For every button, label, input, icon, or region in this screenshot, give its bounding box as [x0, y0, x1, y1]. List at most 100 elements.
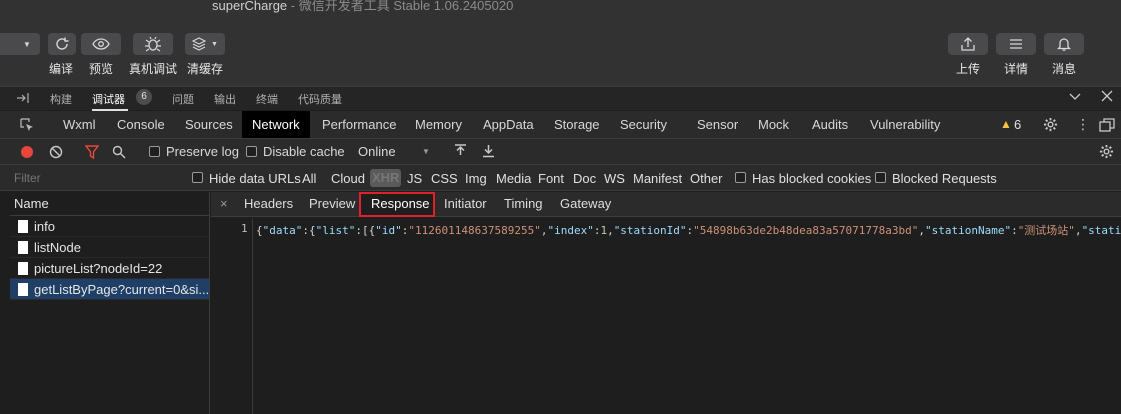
- request-row[interactable]: info: [10, 216, 209, 237]
- tab-console[interactable]: Console: [107, 111, 175, 138]
- warning-icon: ▲: [1000, 117, 1012, 131]
- record-icon[interactable]: [21, 146, 33, 158]
- app-name: superCharge: [212, 0, 288, 13]
- request-detail-tabs: × Headers Preview Response Initiator Tim…: [211, 192, 1121, 217]
- tab-gateway[interactable]: Gateway: [560, 196, 611, 211]
- request-row[interactable]: listNode: [10, 237, 209, 258]
- export-har-icon[interactable]: [482, 144, 495, 161]
- window-title: superCharge - 微信开发者工具 Stable 1.06.240502…: [212, 0, 513, 14]
- tab-terminal[interactable]: 终端: [256, 91, 278, 107]
- filter-funnel-icon[interactable]: [84, 145, 100, 162]
- tab-timing[interactable]: Timing: [504, 196, 543, 211]
- tab-network[interactable]: Network: [242, 111, 310, 138]
- type-filter-css[interactable]: CSS: [431, 171, 458, 186]
- tab-sources[interactable]: Sources: [175, 111, 243, 138]
- tab-response[interactable]: Response: [371, 196, 430, 211]
- window-toolbar: superCharge - 微信开发者工具 Stable 1.06.240502…: [0, 0, 1121, 86]
- import-har-icon[interactable]: [454, 144, 467, 161]
- tab-mock[interactable]: Mock: [748, 111, 799, 138]
- more-options-icon[interactable]: ⋮: [1076, 116, 1090, 133]
- settings-gear-icon[interactable]: [1043, 117, 1058, 135]
- network-toolbar: Preserve log Disable cache Online ▼: [0, 139, 1121, 165]
- chevron-down-icon: ▼: [23, 39, 31, 49]
- tab-issues[interactable]: 问题: [172, 91, 194, 107]
- tab-output[interactable]: 输出: [214, 91, 236, 107]
- request-name: getListByPage?current=0&si...: [34, 282, 209, 297]
- tab-memory[interactable]: Memory: [405, 111, 472, 138]
- panel-tabs: Wxml Console Sources Network Performance…: [0, 111, 1121, 139]
- preview-label: 预览: [89, 62, 114, 76]
- tab-wxml[interactable]: Wxml: [53, 111, 106, 138]
- document-icon: [18, 220, 28, 233]
- disable-cache-checkbox[interactable]: [246, 146, 257, 157]
- request-row[interactable]: pictureList?nodeId=22: [10, 258, 209, 279]
- request-name: info: [34, 219, 55, 234]
- document-icon: [18, 283, 28, 296]
- blocked-requests-label: Blocked Requests: [892, 171, 997, 186]
- tab-sensor[interactable]: Sensor: [687, 111, 748, 138]
- clear-cache-label: 清缓存: [187, 62, 224, 76]
- hide-data-urls-checkbox[interactable]: [192, 172, 203, 183]
- type-filter-ws[interactable]: WS: [604, 171, 625, 186]
- upload-button[interactable]: [948, 33, 988, 55]
- response-json-line: {"data":{"list":[{"id":"1126011486375892…: [256, 224, 1121, 237]
- chevron-down-icon: ▼: [422, 147, 430, 156]
- preview-button[interactable]: [81, 33, 121, 55]
- throttle-select[interactable]: Online: [358, 144, 396, 159]
- collapse-chevron-icon[interactable]: [1069, 90, 1081, 105]
- disable-cache-label: Disable cache: [263, 144, 345, 159]
- type-filter-img[interactable]: Img: [465, 171, 487, 186]
- tab-appdata[interactable]: AppData: [473, 111, 544, 138]
- undock-icon[interactable]: [1099, 118, 1115, 135]
- tab-headers[interactable]: Headers: [244, 196, 293, 211]
- devtools-top-tabs: 构建 调试器 6 问题 输出 终端 代码质量: [0, 86, 1121, 111]
- compile-button[interactable]: [48, 33, 76, 55]
- dock-toggle-icon[interactable]: [16, 92, 30, 107]
- warning-count[interactable]: 6: [1014, 117, 1021, 132]
- type-filter-other[interactable]: Other: [690, 171, 723, 186]
- preserve-log-checkbox[interactable]: [149, 146, 160, 157]
- type-filter-font[interactable]: Font: [538, 171, 564, 186]
- search-icon[interactable]: [112, 145, 126, 162]
- close-detail-icon[interactable]: ×: [220, 196, 228, 211]
- type-filter-js[interactable]: JS: [407, 171, 422, 186]
- filter-input[interactable]: [14, 169, 174, 187]
- inspect-element-icon[interactable]: [10, 111, 44, 138]
- request-row-selected[interactable]: getListByPage?current=0&si...: [10, 279, 209, 300]
- name-column-header[interactable]: Name: [10, 192, 209, 216]
- tab-audits[interactable]: Audits: [802, 111, 858, 138]
- eye-icon: [92, 38, 110, 50]
- tab-security[interactable]: Security: [610, 111, 677, 138]
- app-version: - 微信开发者工具 Stable 1.06.2405020: [287, 0, 514, 13]
- filter-bar: Hide data URLs All Cloud XHR JS CSS Img …: [0, 165, 1121, 191]
- type-filter-manifest[interactable]: Manifest: [633, 171, 682, 186]
- details-button[interactable]: [996, 33, 1036, 55]
- type-filter-xhr[interactable]: XHR: [370, 169, 402, 187]
- tab-preview[interactable]: Preview: [309, 196, 355, 211]
- mode-dropdown[interactable]: ▼: [0, 33, 40, 55]
- messages-button[interactable]: [1044, 33, 1084, 55]
- clear-icon[interactable]: [49, 145, 63, 162]
- bell-icon: [1057, 38, 1071, 51]
- type-filter-media[interactable]: Media: [496, 171, 531, 186]
- type-filter-cloud[interactable]: Cloud: [331, 171, 365, 186]
- tab-debugger[interactable]: 调试器: [92, 91, 125, 107]
- clear-cache-button[interactable]: ▼: [185, 33, 225, 55]
- response-body[interactable]: 1 {"data":{"list":[{"id":"11260114863758…: [211, 218, 1121, 414]
- request-name: listNode: [34, 240, 81, 255]
- real-device-debug-button[interactable]: [133, 33, 173, 55]
- tab-storage[interactable]: Storage: [544, 111, 610, 138]
- blocked-requests-checkbox[interactable]: [875, 172, 886, 183]
- has-blocked-cookies-checkbox[interactable]: [735, 172, 746, 183]
- messages-label: 消息: [1052, 62, 1077, 76]
- tab-vulnerability[interactable]: Vulnerability: [860, 111, 950, 138]
- tab-code-quality[interactable]: 代码质量: [298, 91, 342, 107]
- debugger-count-badge: 6: [136, 89, 152, 105]
- network-settings-gear-icon[interactable]: [1099, 144, 1114, 162]
- tab-performance[interactable]: Performance: [312, 111, 406, 138]
- close-icon[interactable]: [1101, 90, 1113, 105]
- type-filter-doc[interactable]: Doc: [573, 171, 596, 186]
- type-filter-all[interactable]: All: [302, 171, 316, 186]
- tab-build[interactable]: 构建: [50, 91, 72, 107]
- tab-initiator[interactable]: Initiator: [444, 196, 487, 211]
